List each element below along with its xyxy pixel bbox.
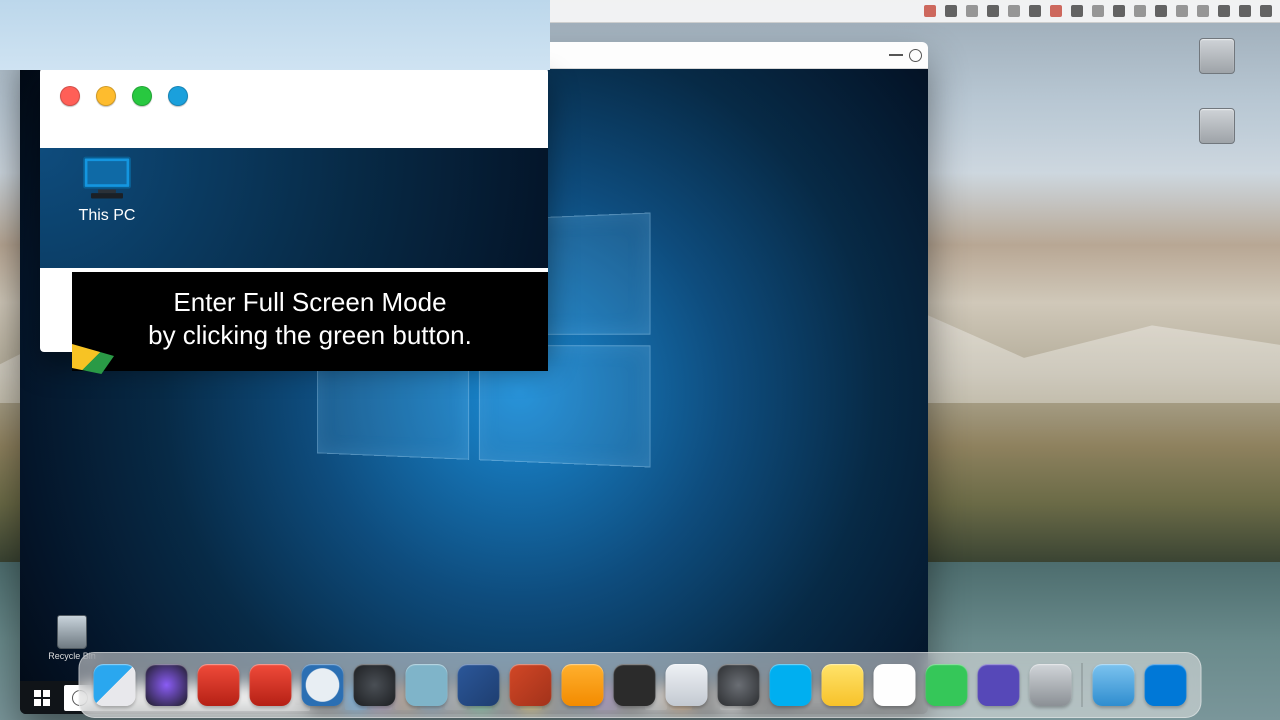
dock-item-app[interactable] <box>406 664 448 706</box>
dock-item-quicktime[interactable] <box>354 664 396 706</box>
dock-item-preview[interactable] <box>666 664 708 706</box>
dock-item-safari[interactable] <box>302 664 344 706</box>
dock-item-imovie[interactable] <box>978 664 1020 706</box>
menu-extra-icon[interactable] <box>1176 5 1188 17</box>
menu-extra-icon[interactable] <box>1071 5 1083 17</box>
menu-extra-icon[interactable] <box>1092 5 1104 17</box>
menu-extra-icon[interactable] <box>924 5 936 17</box>
vm-window-titlebar[interactable] <box>20 42 928 69</box>
instruction-callout: This PC Enter Full Screen Mode by clicki… <box>40 68 548 352</box>
dock-item-reminders[interactable] <box>874 664 916 706</box>
wifi-icon[interactable] <box>1218 5 1230 17</box>
dock-item-skype[interactable] <box>770 664 812 706</box>
spotlight-icon[interactable] <box>1239 5 1251 17</box>
minimize-icon[interactable] <box>889 54 903 56</box>
monitor-icon <box>78 154 136 202</box>
hard-drive-icon <box>1199 38 1235 74</box>
dock-separator <box>1082 663 1083 707</box>
dock-item-folder[interactable] <box>1093 664 1135 706</box>
menu-extra-icon[interactable] <box>1050 5 1062 17</box>
mac-dock[interactable] <box>79 652 1202 718</box>
traffic-light-minimize-button[interactable] <box>96 86 116 106</box>
caption-line-1: Enter Full Screen Mode <box>100 286 520 319</box>
start-button[interactable] <box>24 684 60 712</box>
this-pc-label: This PC <box>62 207 152 225</box>
hard-drive-icon <box>1199 108 1235 144</box>
dock-item-finder[interactable] <box>94 664 136 706</box>
menu-extra-icon[interactable] <box>1134 5 1146 17</box>
menu-extra-icon[interactable] <box>1113 5 1125 17</box>
menu-extra-icon[interactable] <box>1008 5 1020 17</box>
dock-item-parallels[interactable] <box>250 664 292 706</box>
mac-drive-icon-2[interactable] <box>1190 108 1244 147</box>
menu-extra-icon[interactable] <box>966 5 978 17</box>
traffic-light-fullscreen-button[interactable] <box>132 86 152 106</box>
close-icon[interactable] <box>909 49 922 62</box>
dock-item-notes[interactable] <box>822 664 864 706</box>
caption-line-2: by clicking the green button. <box>100 319 520 352</box>
recycle-bin-icon <box>57 615 87 649</box>
dock-item-parallels-setup[interactable] <box>198 664 240 706</box>
dock-item-messages[interactable] <box>926 664 968 706</box>
coherence-mode-button[interactable] <box>168 86 188 106</box>
menu-extra-icon[interactable] <box>1155 5 1167 17</box>
dock-item-photo-booth[interactable] <box>1030 664 1072 706</box>
mac-traffic-lights-zoom <box>40 68 548 124</box>
menu-extra-icon[interactable] <box>945 5 957 17</box>
callout-desktop-preview: This PC <box>40 148 548 268</box>
dock-item-siri[interactable] <box>146 664 188 706</box>
dock-item-windows[interactable] <box>1145 664 1187 706</box>
dock-item-pages[interactable] <box>562 664 604 706</box>
dock-item-powerpoint[interactable] <box>510 664 552 706</box>
windows-logo-icon <box>34 690 50 706</box>
traffic-light-close-button[interactable] <box>60 86 80 106</box>
dock-item-word[interactable] <box>458 664 500 706</box>
mac-menu-bar <box>0 0 1280 23</box>
this-pc-desktop-icon[interactable]: This PC <box>62 154 152 225</box>
menu-extra-icon[interactable] <box>1197 5 1209 17</box>
control-center-icon[interactable] <box>1260 5 1272 17</box>
dock-item-settings[interactable] <box>718 664 760 706</box>
mac-drive-icon-1[interactable] <box>1190 38 1244 77</box>
instruction-caption: Enter Full Screen Mode by clicking the g… <box>72 272 548 371</box>
menu-extra-icon[interactable] <box>1029 5 1041 17</box>
dock-item-bbedit[interactable] <box>614 664 656 706</box>
menu-extra-icon[interactable] <box>987 5 999 17</box>
